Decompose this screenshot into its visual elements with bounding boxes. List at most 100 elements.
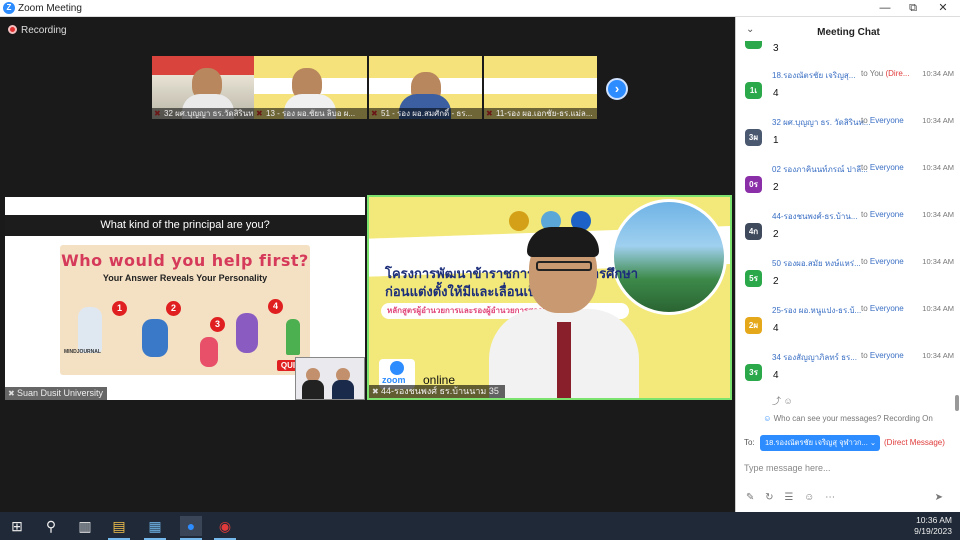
next-page-button[interactable]: › <box>606 78 628 100</box>
poster-brand: MINDJOURNAL <box>64 349 101 355</box>
active-speaker-tile[interactable]: โครงการพัฒนาข้าราชการครูและ...การศึกษา ก… <box>367 195 732 400</box>
avatar: 0ร <box>745 176 762 193</box>
file-icon[interactable]: ☰ <box>784 492 793 503</box>
participant-name-text: 44-รองชนพงศ์ ธร.บ้านนาม 35 <box>381 386 499 396</box>
recipient-text: to You (Dire... <box>861 69 909 78</box>
format-icon[interactable]: ✎ <box>746 492 754 503</box>
to-word: to <box>861 351 868 360</box>
share-icon[interactable]: ↻ <box>765 492 773 503</box>
close-button[interactable]: ✕ <box>928 0 958 17</box>
participant-thumbnail[interactable]: ✖ 13 - รอง ผอ.ชัยน ลิบอ ผ... <box>254 56 367 119</box>
recipient-text: to Everyone <box>861 257 904 266</box>
muted-mic-icon: ✖ <box>8 389 15 398</box>
chat-message[interactable]: 4ก 44-รองชนพงศ์-ธร.บ้าน... to Everyone 10:3… <box>736 210 954 257</box>
app-red-icon[interactable]: ◉ <box>214 516 236 536</box>
recording-label: Recording <box>21 25 67 36</box>
message-time: 10:34 AM <box>922 351 954 360</box>
zoom-app-icon[interactable]: ● <box>180 516 202 536</box>
participant-name: 13 - รอง ผอ.ชัยน ลิบอ ผ... <box>254 108 367 119</box>
recipient-row: To: 18.รองณัตรชัย เจริญสุ จุฬาวก... ⌄ (D… <box>744 435 959 451</box>
poster-figure <box>78 307 102 353</box>
chat-message[interactable]: 0ร 02 รองภาคินนท์ภรณ์ ปาลี... to Everyone 1… <box>736 163 954 210</box>
participant-thumbnail[interactable]: ✖ 32 ผศ.บุญญา ธร.วัดสิรินท... <box>152 56 265 119</box>
participant-name: ✖ 44-รองชนพงศ์ ธร.บ้านนาม 35 <box>369 385 505 398</box>
minimize-button[interactable]: — <box>870 0 900 17</box>
recipient-dropdown[interactable]: 18.รองณัตรชัย เจริญสุ จุฬาวก... ⌄ <box>760 435 880 451</box>
message-time: 10:34 AM <box>922 163 954 172</box>
emoji-icon[interactable]: ☺ <box>804 492 814 503</box>
to-word: to <box>861 210 868 219</box>
avatar: 3ผ <box>745 129 762 146</box>
participant-thumbnail[interactable]: ✖ 11-รอง ผอ.เอกชัย-ธร.แม่ล... <box>484 56 597 119</box>
who-can-see-text: Who can see your messages? Recording On <box>773 414 933 423</box>
search-icon[interactable]: ⚲ <box>40 516 62 536</box>
chat-message-text: 1 <box>773 135 779 146</box>
restore-button[interactable]: ⧉ <box>898 0 928 17</box>
zoom-camera-icon <box>390 361 404 375</box>
participant-thumbnail[interactable]: ✖ 51 - รอง ผอ.สมศักดิ์ - ธร... <box>369 56 482 119</box>
store-icon[interactable]: ▦ <box>144 516 166 536</box>
recipient-everyone: Everyone <box>869 210 904 219</box>
meeting-chat-panel: ⌄ Meeting Chat 3 1เ 18.รองณัตรชัย เจริญสุ… <box>735 17 960 512</box>
chat-message-text: 4 <box>773 370 779 381</box>
recipient-everyone: Everyone <box>869 116 904 125</box>
title-bar: Z Zoom Meeting — ⧉ ✕ <box>0 0 960 17</box>
participant-name: 11-รอง ผอ.เอกชัย-ธร.แม่ล... <box>484 108 597 119</box>
direct-message-label: (Direct Message) <box>884 438 945 447</box>
poster-number: 2 <box>166 301 181 316</box>
shared-screen-tile[interactable]: What kind of the principal are you? Who … <box>5 197 365 400</box>
poster-headline: Who would you help first? <box>61 251 309 270</box>
windows-taskbar: ⊞ ⚲ ▥ ▤ ▦ ● ◉ 10:36 AM 9/19/2023 <box>0 512 960 540</box>
recipient-text: to Everyone <box>861 163 904 172</box>
send-icon[interactable]: ➤ <box>935 492 943 503</box>
chat-message-input[interactable] <box>744 457 954 479</box>
chat-message[interactable]: 3ผ 32 ผศ.บุญญา ธร. วัดสิรินท... to Everyon… <box>736 116 954 163</box>
picture-in-picture <box>295 357 365 400</box>
logo-icon <box>509 211 529 231</box>
chat-message-text: 4 <box>773 323 779 334</box>
people-icon: ☺ <box>763 414 772 423</box>
speaker-hair <box>527 227 599 257</box>
more-icon[interactable]: ⋯ <box>825 492 835 503</box>
record-dot-icon <box>8 25 17 34</box>
avatar: 5ร <box>745 270 762 287</box>
message-time: 10:34 AM <box>922 257 954 266</box>
who-can-see-link[interactable]: ☺ Who can see your messages? Recording O… <box>736 414 960 423</box>
zoom-word: zoom <box>382 375 406 385</box>
clock-time: 10:36 AM <box>916 515 952 525</box>
direct-tag: (Dire... <box>885 69 910 78</box>
to-label: To: <box>744 438 755 447</box>
file-explorer-icon[interactable]: ▤ <box>108 516 130 536</box>
poster-figure <box>142 319 168 357</box>
avatar <box>745 41 762 49</box>
poster-subheadline: Your Answer Reveals Your Personality <box>102 273 268 283</box>
to-word: to <box>861 163 868 172</box>
windows-start-icon[interactable]: ⊞ <box>6 516 28 536</box>
chat-message[interactable]: 5ร 50 รองผอ.สมัย หงษ์แหร่... to Everyone 10… <box>736 257 954 304</box>
avatar: 4ก <box>745 223 762 240</box>
speaker-tie <box>557 322 571 398</box>
reaction-buttons[interactable]: ⤴ ☺ <box>772 394 793 407</box>
chat-message[interactable]: 1เ 18.รองณัตรชัย เจริญสุ... to You (Dire..… <box>736 69 954 116</box>
slide-question: What kind of the principal are you? <box>5 215 365 236</box>
recording-indicator[interactable]: Recording <box>8 25 67 36</box>
video-area: Recording ✖ 32 ผศ.บุญญา ธร.วัดสิรินท... … <box>0 17 735 512</box>
recipient-everyone: Everyone <box>869 163 904 172</box>
recipient-text: to Everyone <box>861 304 904 313</box>
avatar: 1เ <box>745 82 762 99</box>
system-clock[interactable]: 10:36 AM 9/19/2023 <box>914 515 952 537</box>
recipient-text: to Everyone <box>861 116 904 125</box>
chat-message[interactable]: 2ผ 25-รอง ผอ.หนูแปง-ธร.บ้... to Everyone 10… <box>736 304 954 351</box>
message-time: 10:34 AM <box>922 69 954 78</box>
building-photo <box>611 199 727 315</box>
speaker-glasses <box>536 261 592 271</box>
recipient-everyone: Everyone <box>869 351 904 360</box>
chat-message[interactable]: 3ร 34 รองสัญญาภิลทร์ ธร... to Everyone 10:3… <box>736 351 954 398</box>
quiz-poster: Who would you help first? Your Answer Re… <box>60 245 310 375</box>
chat-message-text: 2 <box>773 182 779 193</box>
chat-header: ⌄ Meeting Chat <box>736 17 960 47</box>
chat-scrollbar[interactable] <box>955 395 959 411</box>
poster-figure <box>200 337 218 367</box>
recipient-text: to Everyone <box>861 351 904 360</box>
task-view-icon[interactable]: ▥ <box>74 516 96 536</box>
